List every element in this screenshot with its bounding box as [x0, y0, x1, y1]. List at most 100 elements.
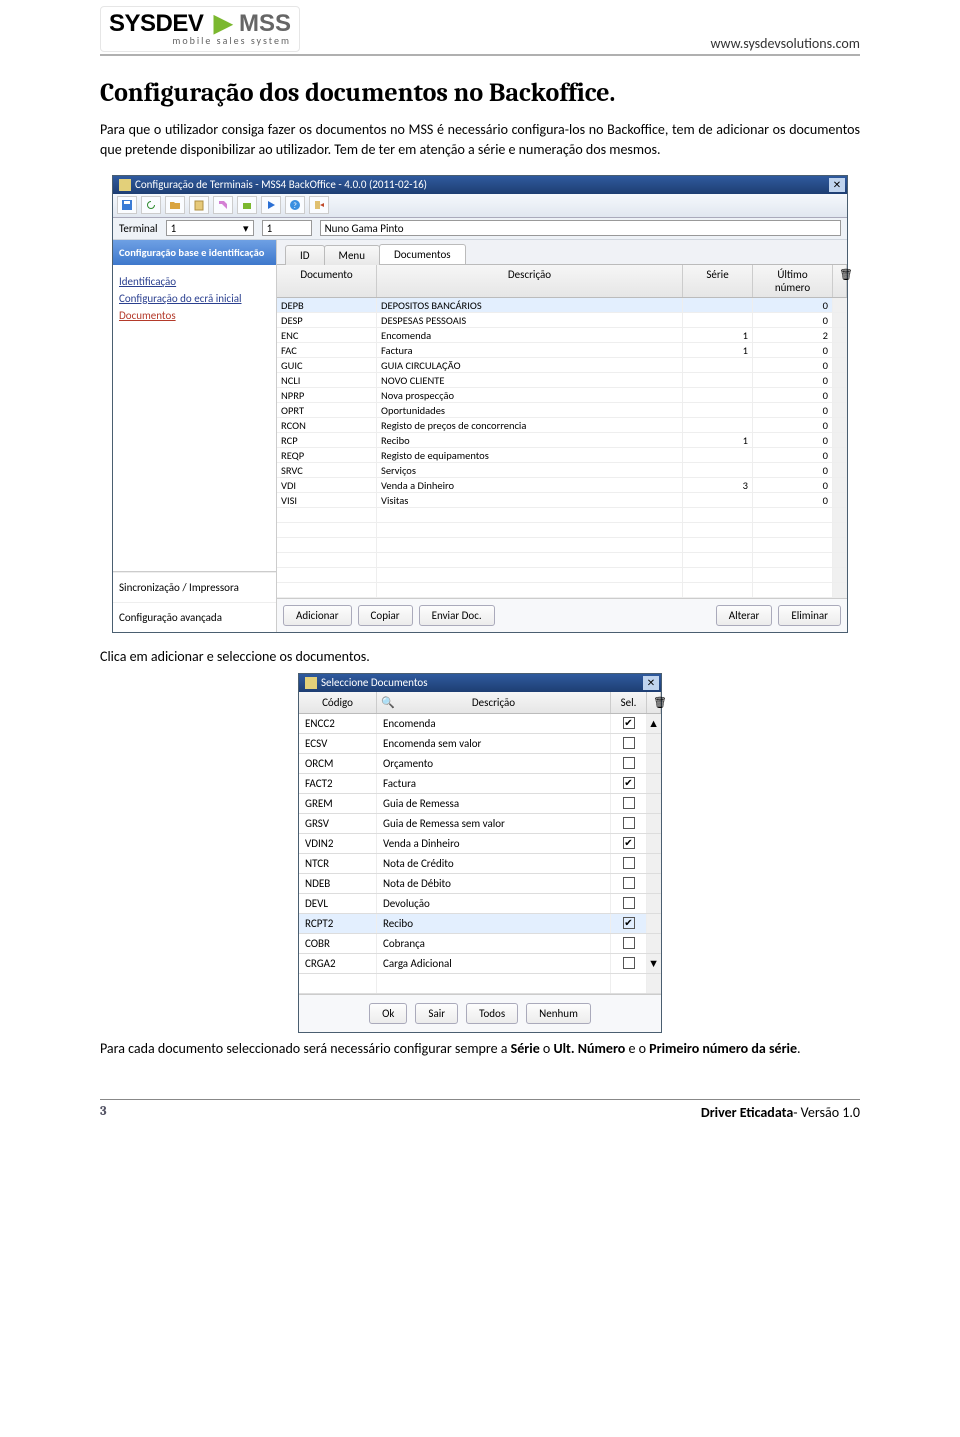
table-row[interactable]: RCPRecibo10: [277, 433, 847, 448]
table-row[interactable]: NCLINOVO CLIENTE0: [277, 373, 847, 388]
table-row[interactable]: REQPRegisto de equipamentos0: [277, 448, 847, 463]
toolbar: ?: [113, 194, 847, 218]
titlebar2: Seleccione Documentos ✕: [299, 674, 661, 692]
table-row: [277, 553, 847, 568]
checkbox[interactable]: ✔: [623, 777, 635, 789]
table-row[interactable]: OPRTOportunidades0: [277, 403, 847, 418]
list-item[interactable]: NTCRNota de Crédito: [299, 854, 661, 874]
list-item[interactable]: DEVLDevolução: [299, 894, 661, 914]
table-row[interactable]: GUICGUIA CIRCULAÇÃO0: [277, 358, 847, 373]
list-item[interactable]: GREMGuia de Remessa: [299, 794, 661, 814]
sidebar-link-docs[interactable]: Documentos: [119, 309, 270, 322]
list-item[interactable]: NDEBNota de Débito: [299, 874, 661, 894]
col-delete-icon[interactable]: 🗑: [833, 265, 847, 297]
edit-button[interactable]: Alterar: [716, 605, 773, 626]
sidebar-link-ident[interactable]: Identificação: [119, 275, 270, 288]
list-item[interactable]: CRGA2Carga Adicional▼: [299, 954, 661, 974]
tb-open-icon[interactable]: [165, 196, 185, 214]
app-icon: [305, 677, 317, 689]
col2-desc: 🔍Descrição: [377, 692, 611, 713]
sidebar-section-adv[interactable]: Configuração avançada: [113, 602, 276, 632]
close-icon[interactable]: ✕: [643, 676, 659, 690]
list-item: [299, 974, 661, 994]
table-row[interactable]: DEPBDEPOSITOS BANCÁRIOS0: [277, 298, 847, 313]
grid-body: DEPBDEPOSITOS BANCÁRIOS0DESPDESPESAS PES…: [277, 298, 847, 598]
intro-paragraph: Para que o utilizador consiga fazer os d…: [100, 120, 860, 161]
tab-docs[interactable]: Documentos: [379, 244, 466, 264]
table-row[interactable]: RCONRegisto de preços de concorrencia0: [277, 418, 847, 433]
list-item[interactable]: ECSVEncomenda sem valor: [299, 734, 661, 754]
sidebar-link-ecra[interactable]: Configuração do ecrã inicial: [119, 292, 270, 305]
logo: SYSDEV ▶ MSS mobile sales system: [100, 6, 300, 52]
tb-clip-icon[interactable]: [189, 196, 209, 214]
exit-button[interactable]: Sair: [415, 1003, 458, 1024]
grid2-header: Código 🔍Descrição Sel. 🗑: [299, 692, 661, 714]
table-row[interactable]: DESPDESPESAS PESSOAIS0: [277, 313, 847, 328]
table-row: [277, 538, 847, 553]
col-doc: Documento: [277, 265, 377, 297]
tb-save-icon[interactable]: [117, 196, 137, 214]
list-item[interactable]: ENCC2Encomenda✔▲: [299, 714, 661, 734]
table-row[interactable]: NPRPNova prospecção0: [277, 388, 847, 403]
app-icon: [119, 179, 131, 191]
window2-title: Seleccione Documentos: [321, 676, 643, 689]
col-serie: Série: [683, 265, 753, 297]
tb-import-icon[interactable]: [237, 196, 257, 214]
tb-exit-icon[interactable]: [309, 196, 329, 214]
checkbox[interactable]: [623, 937, 635, 949]
list-item[interactable]: FACT2Factura✔: [299, 774, 661, 794]
button-bar: Adicionar Copiar Enviar Doc. Alterar Eli…: [277, 598, 847, 632]
list-item[interactable]: RCPT2Recibo✔: [299, 914, 661, 934]
table-row[interactable]: FACFactura10: [277, 343, 847, 358]
tab-id[interactable]: ID: [285, 245, 325, 265]
tb-help-icon[interactable]: ?: [285, 196, 305, 214]
close-icon[interactable]: ✕: [829, 178, 845, 192]
page-title: Configuração dos documentos no Backoffic…: [100, 78, 860, 108]
tab-menu[interactable]: Menu: [324, 245, 380, 265]
checkbox[interactable]: [623, 817, 635, 829]
list-item[interactable]: GRSVGuia de Remessa sem valor: [299, 814, 661, 834]
checkbox[interactable]: [623, 957, 635, 969]
ok-button[interactable]: Ok: [369, 1003, 407, 1024]
grid-header: Documento Descrição Série Último número …: [277, 265, 847, 298]
list-item[interactable]: VDIN2Venda a Dinheiro✔: [299, 834, 661, 854]
table-row[interactable]: SRVCServiços0: [277, 463, 847, 478]
table-row[interactable]: VISIVisitas0: [277, 493, 847, 508]
table-row[interactable]: ENCEncomenda12: [277, 328, 847, 343]
terminal-row: Terminal 1▾ 1 Nuno Gama Pinto: [113, 218, 847, 240]
checkbox[interactable]: [623, 737, 635, 749]
delete-button[interactable]: Eliminar: [778, 605, 841, 626]
titlebar: Configuração de Terminais - MSS4 BackOff…: [113, 176, 847, 194]
list-item[interactable]: ORCMOrçamento: [299, 754, 661, 774]
table-row: [277, 523, 847, 538]
table-row[interactable]: VDIVenda a Dinheiro30: [277, 478, 847, 493]
tb-play-icon[interactable]: [261, 196, 281, 214]
checkbox[interactable]: [623, 857, 635, 869]
all-button[interactable]: Todos: [466, 1003, 518, 1024]
tb-tag-icon[interactable]: [213, 196, 233, 214]
grid2-body: ENCC2Encomenda✔▲ECSVEncomenda sem valorO…: [299, 714, 661, 994]
sidebar-section-sync[interactable]: Sincronização / Impressora: [113, 572, 276, 602]
send-button[interactable]: Enviar Doc.: [419, 605, 495, 626]
table-row: [277, 583, 847, 598]
copy-button[interactable]: Copiar: [358, 605, 413, 626]
terminal-select[interactable]: 1▾: [166, 220, 254, 236]
checkbox[interactable]: ✔: [623, 717, 635, 729]
checkbox[interactable]: [623, 897, 635, 909]
checkbox[interactable]: ✔: [623, 917, 635, 929]
footer: 3 Driver Eticadata- Versão 1.0: [100, 1099, 860, 1121]
add-button[interactable]: Adicionar: [283, 605, 352, 626]
none-button[interactable]: Nenhum: [526, 1003, 591, 1024]
search-icon[interactable]: 🔍: [381, 696, 395, 709]
chevron-down-icon: ▾: [243, 222, 249, 235]
checkbox[interactable]: [623, 757, 635, 769]
terminal-code-field[interactable]: 1: [262, 220, 312, 236]
checkbox[interactable]: ✔: [623, 837, 635, 849]
terminal-name-field[interactable]: Nuno Gama Pinto: [320, 220, 841, 236]
checkbox[interactable]: [623, 877, 635, 889]
tb-refresh-icon[interactable]: [141, 196, 161, 214]
col2-delete-icon[interactable]: 🗑: [647, 692, 661, 713]
paragraph-2: Para cada documento seleccionado será ne…: [100, 1039, 860, 1059]
checkbox[interactable]: [623, 797, 635, 809]
list-item[interactable]: COBRCobrança: [299, 934, 661, 954]
